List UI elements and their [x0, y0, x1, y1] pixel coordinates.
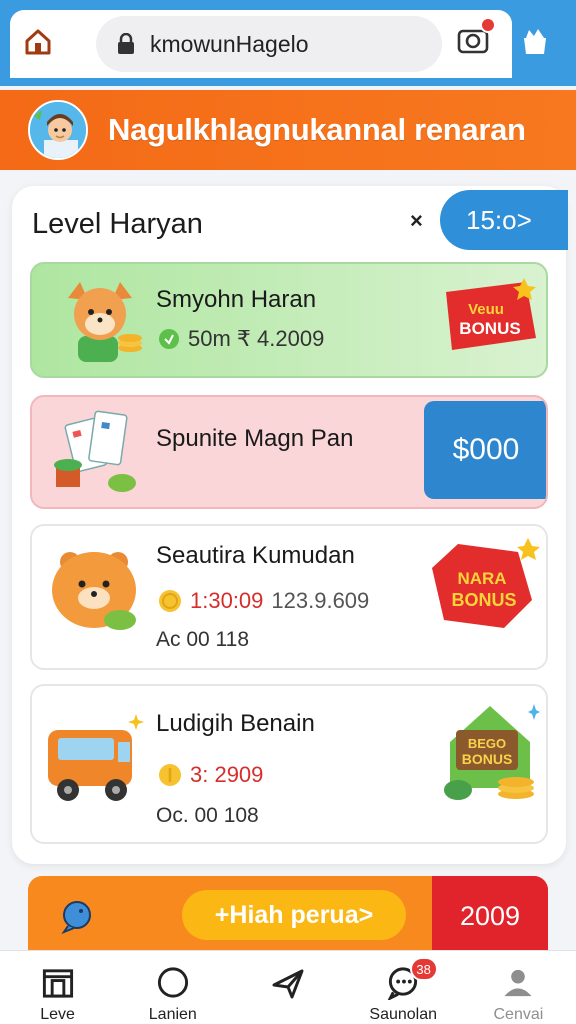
bonus-sign-icon: BEGO BONUS [444, 704, 540, 800]
item-meta: 3: 2909 [158, 762, 263, 788]
address-bar[interactable]: kmowunHagelo [96, 16, 442, 72]
fox-character-icon [68, 282, 142, 362]
truck-icon [48, 714, 144, 801]
home-icon [25, 29, 51, 55]
notification-dot [480, 17, 496, 33]
bottom-nav: Leve Lanien 38 Saunolan Cenvai [0, 950, 576, 1024]
avatar-character-icon [30, 102, 86, 158]
gem-icon [159, 329, 179, 349]
nav-item-send[interactable] [230, 951, 345, 1024]
bear-character-icon [52, 552, 136, 630]
item-name: Spunite Magn Pan [156, 425, 354, 452]
timer-button[interactable]: 15:o> [440, 190, 568, 250]
list-item[interactable]: Ludigih Benain 3: 2909 Oc. 00 108 BEGO B… [30, 684, 548, 844]
url-text: kmowunHagelo [150, 30, 309, 57]
bonus-line1: Veuu [468, 301, 504, 318]
card-title: Level Haryan [32, 208, 203, 240]
nav-label: Cenvai [493, 1006, 544, 1023]
promo-value[interactable]: 2009 [432, 876, 548, 956]
item-name: Smyohn Haran [156, 286, 317, 313]
bonus-line1: NARA [457, 569, 506, 588]
item-sub: Ac 00 118 [156, 628, 250, 651]
bonus-line2: BONUS [451, 590, 516, 610]
send-icon [272, 969, 304, 999]
coin-icon [159, 764, 181, 786]
bonus-line1: BEGO [468, 736, 506, 751]
list-item[interactable]: Spunite Magn Pan $000 [30, 395, 548, 509]
nav-item-lanien[interactable]: Lanien [115, 951, 230, 1024]
lock-icon [118, 33, 134, 54]
bonus-line2: BONUS [462, 751, 513, 767]
cards-icon [54, 410, 136, 492]
level-card: Level Haryan × 15:o> Smyohn Haran 50m ₹ … [12, 186, 568, 864]
close-button[interactable]: × [410, 208, 423, 234]
promo-cta-button[interactable]: +Hiah perua> [182, 890, 406, 940]
nav-label: Leve [40, 1006, 75, 1023]
nav-label: Saunolan [369, 1006, 438, 1023]
price-button[interactable]: $000 [424, 401, 546, 499]
page-header: Nagulkhlagnukannal renaran [0, 90, 576, 170]
nav-item-cenvai[interactable]: Cenvai [461, 951, 576, 1024]
bonus-badge-icon: NARA BONUS [432, 538, 540, 628]
chat-bubble-icon[interactable] [60, 900, 94, 934]
nav-item-saunolan[interactable]: 38 Saunolan [346, 951, 461, 1024]
item-sub: Oc. 00 108 [156, 804, 259, 827]
nav-item-leve[interactable]: Leve [0, 951, 115, 1024]
shopping-bag-icon[interactable] [520, 26, 550, 56]
bonus-line2: BONUS [459, 319, 520, 338]
page-title: Nagulkhlagnukannal renaran [108, 112, 526, 147]
item-name: Seautira Kumudan [156, 542, 355, 569]
nav-label: Lanien [148, 1006, 197, 1023]
promo-banner: +Hiah perua> 2009 [28, 876, 548, 956]
user-icon [504, 969, 533, 997]
list-item[interactable]: Smyohn Haran 50m ₹ 4.2009 Veuu BONUS [30, 262, 548, 378]
circle-icon [157, 967, 188, 998]
store-icon [42, 969, 73, 998]
avatar[interactable] [28, 100, 88, 160]
bonus-badge-icon: Veuu BONUS [446, 278, 536, 350]
browser-bar: kmowunHagelo [0, 0, 576, 86]
item-meta: 50m ₹ 4.2009 [158, 326, 324, 352]
coin-icon [159, 590, 181, 612]
notification-badge: 38 [409, 957, 438, 981]
home-button[interactable] [20, 24, 56, 60]
item-name: Ludigih Benain [156, 710, 315, 737]
list-item[interactable]: Seautira Kumudan 1:30:09 123.9.609 Ac 00… [30, 524, 548, 670]
item-meta: 1:30:09 123.9.609 [158, 588, 369, 614]
